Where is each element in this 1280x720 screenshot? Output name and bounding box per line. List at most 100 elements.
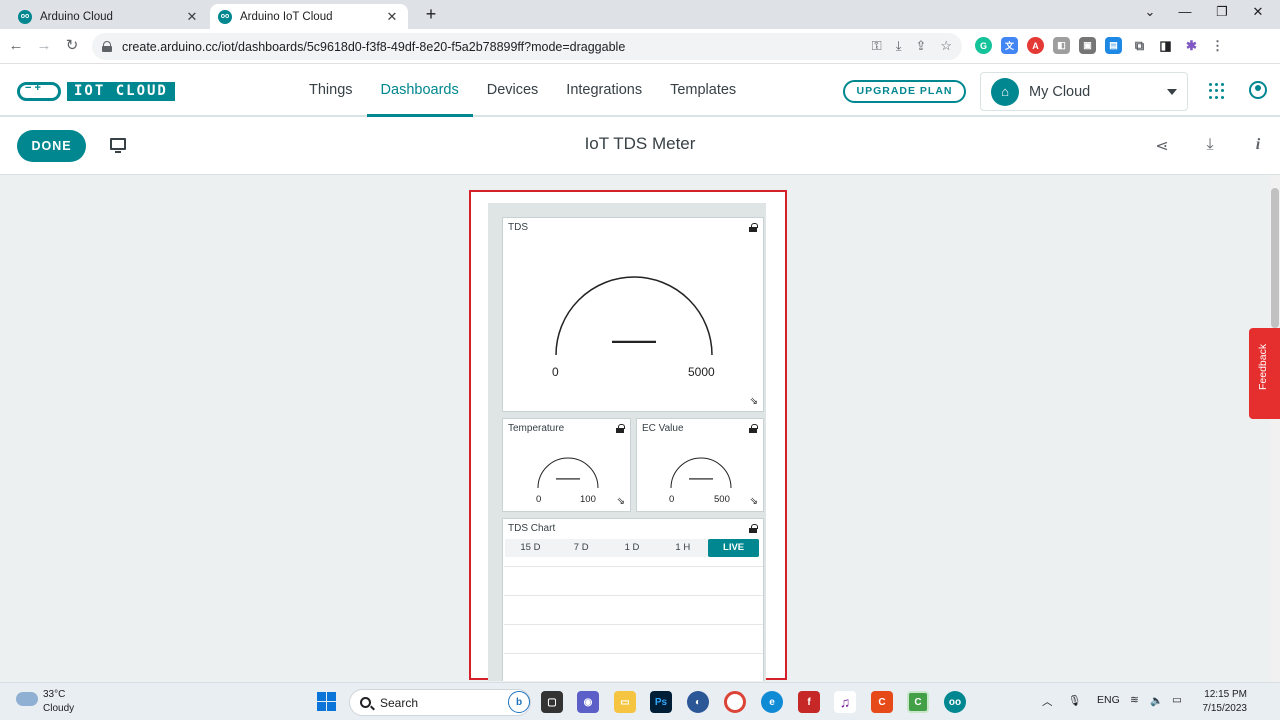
nav-integrations[interactable]: Integrations: [552, 64, 656, 117]
clock-date[interactable]: 7/15/2023: [1197, 703, 1248, 714]
cloud-selector-label: My Cloud: [1029, 83, 1091, 100]
search-icon: [360, 697, 371, 708]
taskbar-search[interactable]: Search: [349, 689, 531, 716]
url-text: create.arduino.cc/iot/dashboards/5c9618d…: [122, 39, 626, 54]
restore-icon[interactable]: ❐: [1207, 4, 1237, 20]
bookmark-star-icon[interactable]: ☆: [940, 38, 952, 54]
ec-value-gauge-widget[interactable]: EC Value —— 0 500 ⇘: [636, 418, 764, 512]
user-account-icon[interactable]: [1249, 81, 1267, 99]
lock-icon[interactable]: [616, 424, 625, 433]
extension-icon[interactable]: ▣: [1079, 37, 1096, 54]
menu-kebab-icon[interactable]: ⋮: [1209, 37, 1226, 54]
nav-devices[interactable]: Devices: [473, 64, 553, 117]
done-button[interactable]: DONE: [17, 130, 86, 162]
range-live-tab[interactable]: LIVE: [708, 539, 759, 557]
new-tab-button[interactable]: +: [420, 4, 442, 26]
resize-icon[interactable]: ⇘: [750, 497, 758, 507]
resize-icon[interactable]: ⇘: [750, 397, 758, 407]
nav-templates[interactable]: Templates: [656, 64, 750, 117]
chart-gridline: [504, 624, 763, 625]
share-icon[interactable]: ⇪: [915, 38, 926, 54]
device-view-toggle-icon[interactable]: [110, 138, 126, 153]
windows-start-icon[interactable]: [317, 692, 336, 711]
extension-icon[interactable]: ✱: [1183, 37, 1200, 54]
browser-tab-arduino-cloud[interactable]: oo Arduino Cloud ✕: [10, 4, 208, 29]
app-icon[interactable]: ◐: [687, 691, 709, 713]
app-icon[interactable]: f: [798, 691, 820, 713]
tab-search-chevron-icon[interactable]: ⌄: [1135, 4, 1165, 20]
browser-tab-strip: oo Arduino Cloud ✕ oo Arduino IoT Cloud …: [0, 0, 1280, 29]
cloud-weather-icon[interactable]: [16, 692, 38, 706]
microphone-icon[interactable]: 🎙: [1068, 694, 1081, 707]
browser-toolbar: ← → ↻ create.arduino.cc/iot/dashboards/5…: [0, 29, 1280, 64]
close-window-icon[interactable]: ✕: [1243, 4, 1273, 20]
upgrade-plan-button[interactable]: UPGRADE PLAN: [843, 80, 966, 103]
resize-icon[interactable]: ⇘: [617, 497, 625, 507]
grammarly-icon[interactable]: G: [975, 37, 992, 54]
chrome-icon[interactable]: [724, 691, 746, 713]
dashboard-toolbar: IoT TDS Meter DONE ⋖ ⤓ i: [0, 117, 1280, 175]
translate-icon[interactable]: 文: [1001, 37, 1018, 54]
teams-chat-icon[interactable]: ◉: [577, 691, 599, 713]
temperature-gauge-widget[interactable]: Temperature —— 0 100 ⇘: [502, 418, 631, 512]
speaker-icon[interactable]: 🔈: [1150, 694, 1163, 707]
tab-close-icon[interactable]: ✕: [384, 9, 400, 25]
task-view-icon[interactable]: ▢: [541, 691, 563, 713]
side-panel-icon[interactable]: ◨: [1157, 37, 1174, 54]
gauge-max-label: 100: [580, 494, 596, 505]
file-explorer-icon[interactable]: ▭: [614, 691, 636, 713]
wifi-icon[interactable]: ≋: [1130, 694, 1139, 706]
tray-chevron-icon[interactable]: ︿: [1042, 694, 1053, 709]
key-icon[interactable]: ⚿: [872, 38, 882, 54]
gauge-min-label: 0: [536, 494, 542, 505]
chart-gridline: [504, 653, 763, 654]
minimize-icon[interactable]: —: [1170, 4, 1200, 19]
extension-icon[interactable]: ◧: [1053, 37, 1070, 54]
battery-icon[interactable]: ▭: [1172, 694, 1182, 706]
lock-icon: [102, 41, 112, 52]
headphones-icon[interactable]: ♫: [834, 691, 856, 713]
extension-icon[interactable]: ▤: [1105, 37, 1122, 54]
forward-icon[interactable]: →: [34, 36, 54, 56]
info-icon[interactable]: i: [1248, 136, 1268, 154]
browser-tab-arduino-iot-cloud[interactable]: oo Arduino IoT Cloud ✕: [210, 4, 408, 29]
edge-icon[interactable]: e: [761, 691, 783, 713]
share-dashboard-icon[interactable]: ⋖: [1152, 136, 1172, 156]
bing-icon[interactable]: b: [508, 691, 530, 713]
gauge-max-label: 5000: [688, 365, 715, 379]
puzzle-icon[interactable]: ⧉: [1131, 37, 1148, 54]
nav-dashboards[interactable]: Dashboards: [366, 64, 473, 117]
language-indicator[interactable]: ENG: [1097, 694, 1120, 706]
back-icon[interactable]: ←: [6, 36, 26, 56]
lock-icon[interactable]: [749, 424, 758, 433]
install-icon[interactable]: ⤓: [896, 38, 902, 54]
photoshop-icon[interactable]: Ps: [650, 691, 672, 713]
app-icon[interactable]: C: [907, 691, 929, 713]
arduino-app-icon[interactable]: oo: [944, 691, 966, 713]
chart-gridline: [504, 595, 763, 596]
arduino-iot-cloud-logo[interactable]: IOT CLOUD: [17, 82, 175, 101]
reload-icon[interactable]: ↻: [62, 36, 82, 56]
tab-title: Arduino IoT Cloud: [240, 10, 333, 23]
apps-grid-icon[interactable]: [1209, 83, 1225, 99]
gauge-min-label: 0: [669, 494, 675, 505]
adblock-icon[interactable]: A: [1027, 37, 1044, 54]
lock-icon[interactable]: [749, 524, 758, 533]
range-15d-tab[interactable]: 15 D: [505, 539, 556, 557]
widget-title: EC Value: [642, 423, 684, 434]
widget-title: Temperature: [508, 423, 565, 434]
extensions-bar: G 文 A ◧ ▣ ▤ ⧉ ◨ ✱ ⋮: [975, 37, 1226, 54]
clock-time[interactable]: 12:15 PM: [1203, 689, 1247, 700]
tds-gauge-widget[interactable]: TDS —— 0 5000 ⇘: [502, 217, 764, 412]
tab-close-icon[interactable]: ✕: [184, 9, 200, 25]
range-1h-tab[interactable]: 1 H: [657, 539, 708, 557]
address-bar[interactable]: create.arduino.cc/iot/dashboards/5c9618d…: [92, 33, 962, 60]
range-7d-tab[interactable]: 7 D: [556, 539, 607, 557]
lock-icon[interactable]: [749, 223, 758, 232]
download-icon[interactable]: ⤓: [1200, 136, 1220, 154]
range-1d-tab[interactable]: 1 D: [607, 539, 658, 557]
cloud-selector[interactable]: ⌂ My Cloud: [980, 72, 1188, 111]
nav-things[interactable]: Things: [295, 64, 367, 117]
weather-temperature: 33°C: [43, 689, 66, 700]
app-icon[interactable]: C: [871, 691, 893, 713]
